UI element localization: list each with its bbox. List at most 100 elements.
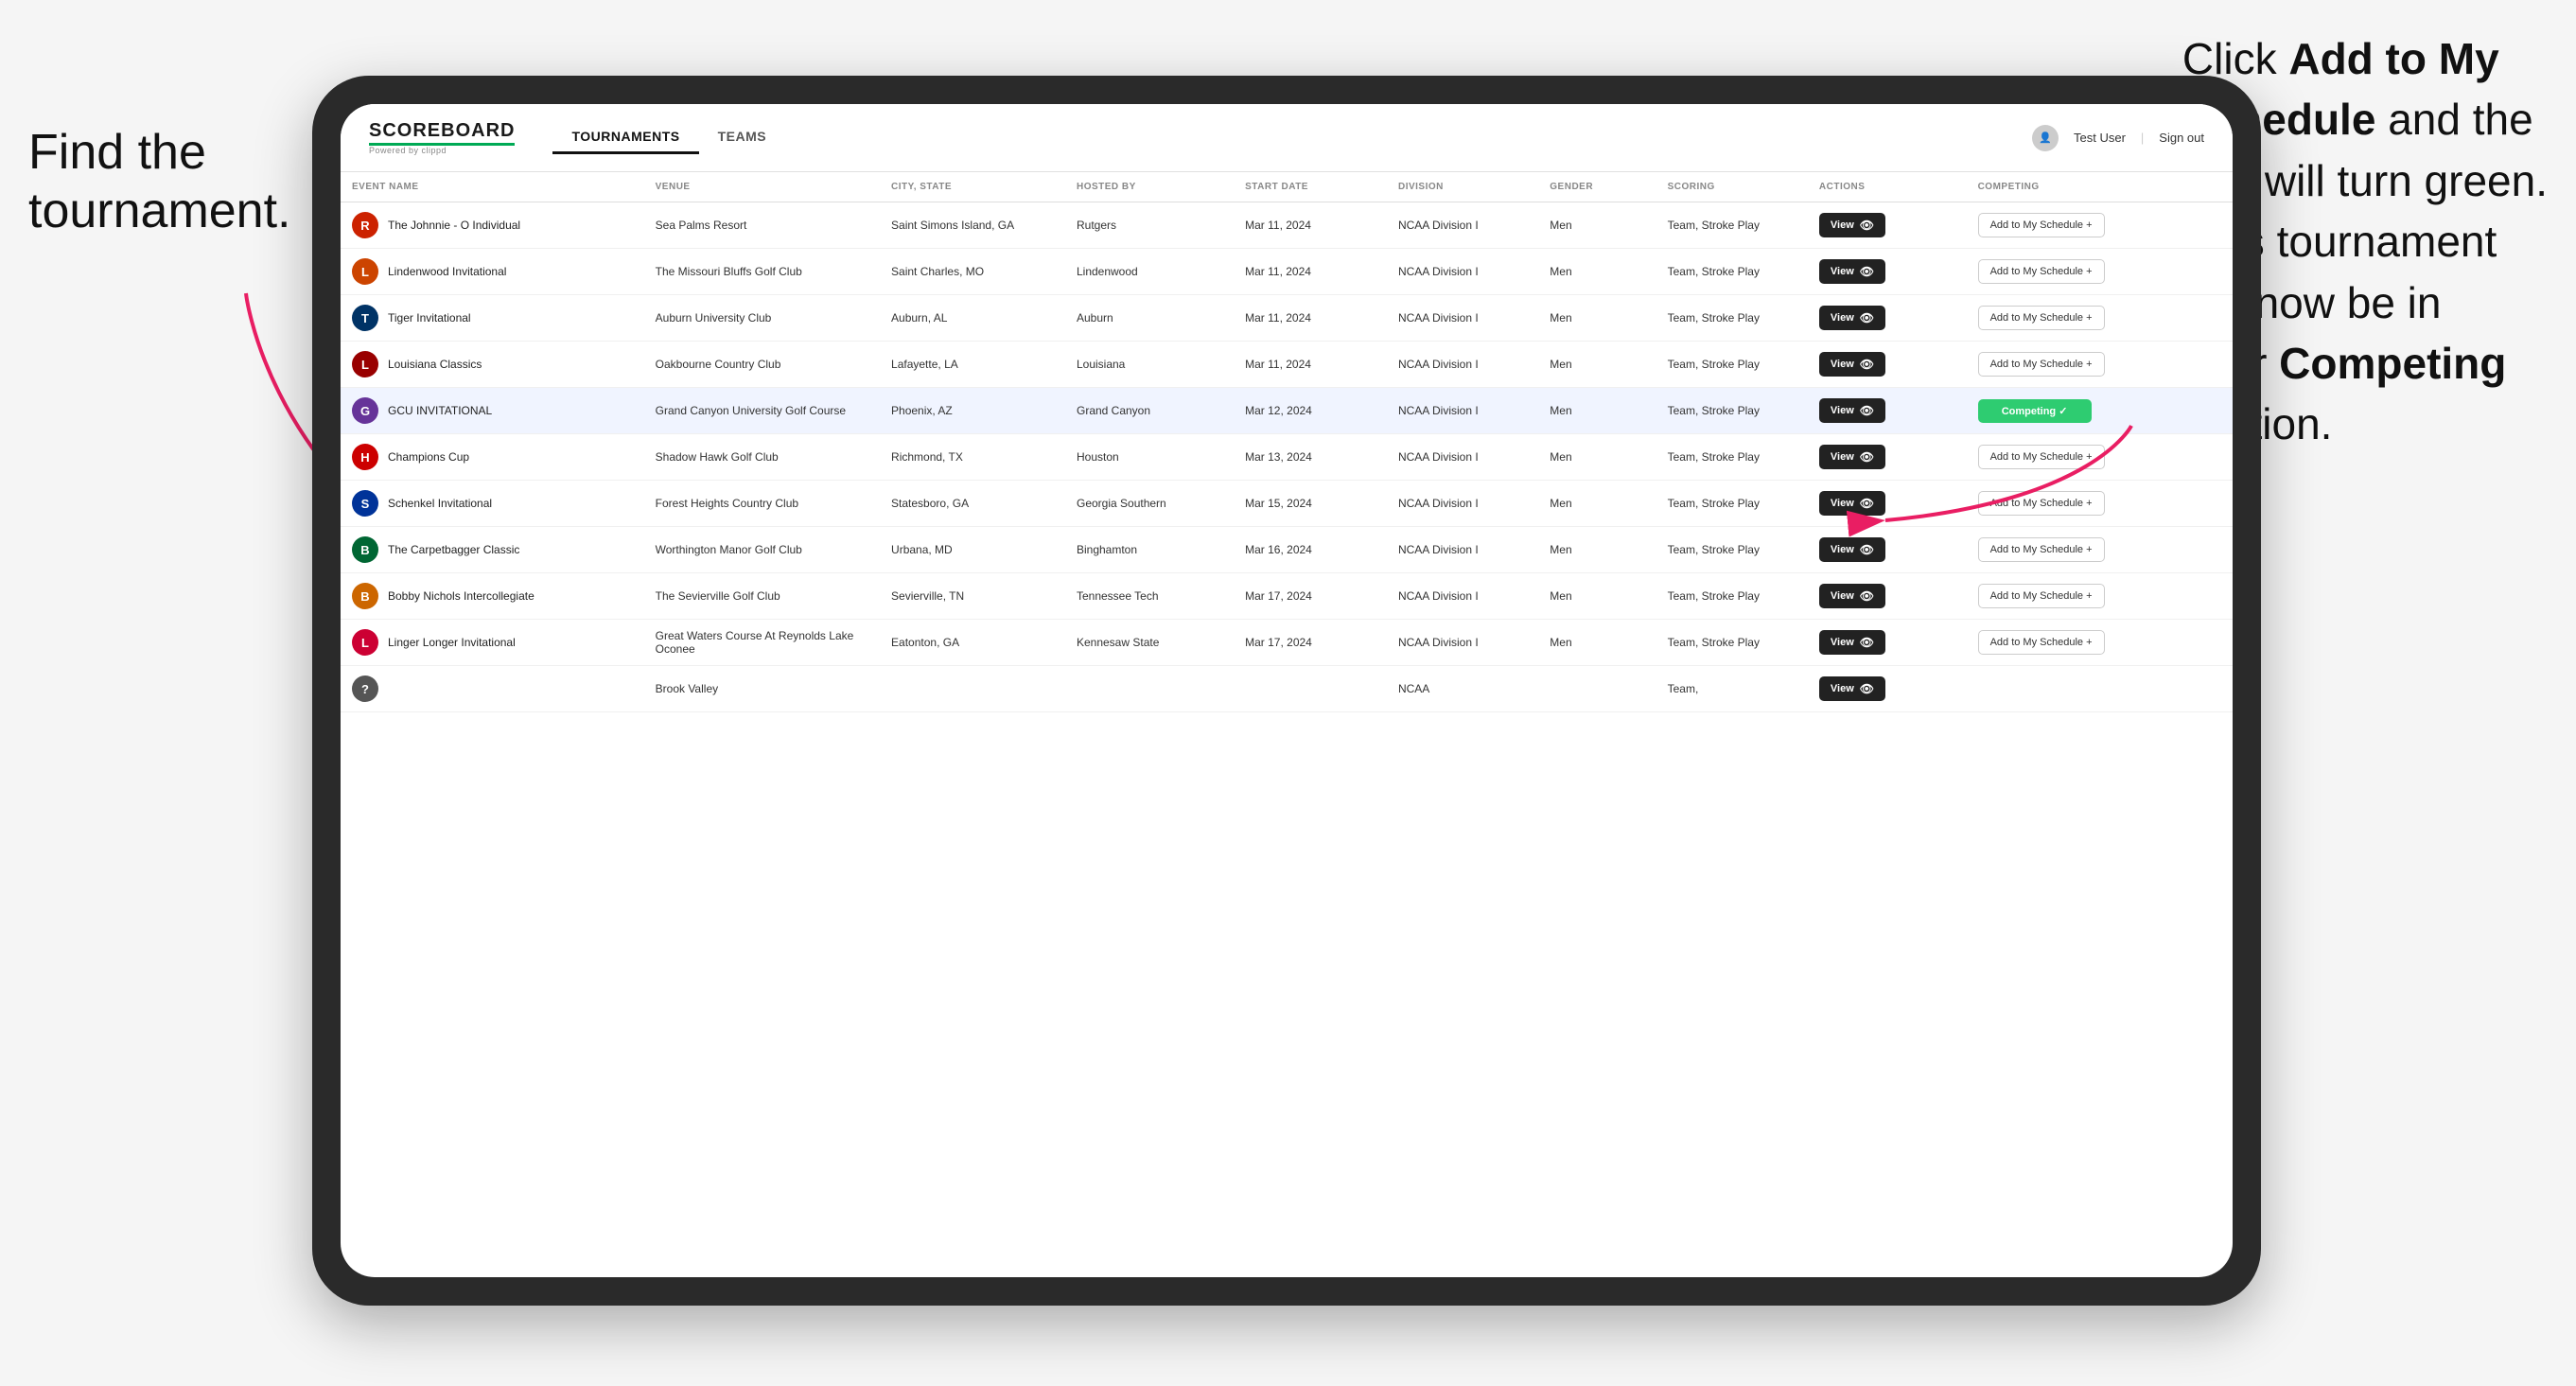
actions-cell: View 👁 <box>1808 249 1967 295</box>
event-name-text: Champions Cup <box>388 450 469 464</box>
venue-cell: Forest Heights Country Club <box>644 481 880 527</box>
competing-cell: Add to My Schedule + <box>1967 620 2233 666</box>
view-button[interactable]: View 👁 <box>1819 537 1885 562</box>
team-logo: L <box>352 629 378 656</box>
annotation-left: Find thetournament. <box>28 123 291 241</box>
actions-cell: View 👁 <box>1808 388 1967 434</box>
actions-cell: View 👁 <box>1808 295 1967 342</box>
eye-icon: 👁 <box>1860 311 1874 325</box>
gender-cell: Men <box>1538 342 1656 388</box>
table-row: R The Johnnie - O Individual Sea Palms R… <box>341 202 2233 249</box>
venue-cell: The Sevierville Golf Club <box>644 573 880 620</box>
competing-cell: Add to My Schedule + <box>1967 202 2233 249</box>
hosted-by-cell: Tennessee Tech <box>1065 573 1234 620</box>
competing-button[interactable]: Competing ✓ <box>1978 399 2092 423</box>
city-cell: Saint Simons Island, GA <box>880 202 1065 249</box>
view-button[interactable]: View 👁 <box>1819 213 1885 237</box>
add-to-schedule-button[interactable]: Add to My Schedule + <box>1978 584 2105 608</box>
view-button[interactable]: View 👁 <box>1819 491 1885 516</box>
add-to-schedule-button[interactable]: Add to My Schedule + <box>1978 630 2105 655</box>
scoring-cell: Team, Stroke Play <box>1656 388 1808 434</box>
scoring-cell: Team, Stroke Play <box>1656 295 1808 342</box>
division-cell: NCAA Division I <box>1387 573 1538 620</box>
eye-icon: 👁 <box>1860 636 1874 649</box>
city-cell: Auburn, AL <box>880 295 1065 342</box>
start-date-cell: Mar 12, 2024 <box>1234 388 1387 434</box>
venue-cell: Sea Palms Resort <box>644 202 880 249</box>
tournaments-table: EVENT NAME VENUE CITY, STATE HOSTED BY S… <box>341 172 2233 712</box>
start-date-cell: Mar 11, 2024 <box>1234 342 1387 388</box>
eye-icon: 👁 <box>1860 404 1874 417</box>
gender-cell: Men <box>1538 573 1656 620</box>
sign-out-link[interactable]: Sign out <box>2159 131 2204 145</box>
view-button[interactable]: View 👁 <box>1819 676 1885 701</box>
gender-cell: Men <box>1538 295 1656 342</box>
city-cell: Urbana, MD <box>880 527 1065 573</box>
view-button[interactable]: View 👁 <box>1819 259 1885 284</box>
start-date-cell <box>1234 666 1387 712</box>
view-button[interactable]: View 👁 <box>1819 584 1885 608</box>
tab-tournaments[interactable]: TOURNAMENTS <box>552 121 698 154</box>
hosted-by-cell: Lindenwood <box>1065 249 1234 295</box>
col-header-scoring: SCORING <box>1656 172 1808 202</box>
table-row: L Louisiana Classics Oakbourne Country C… <box>341 342 2233 388</box>
competing-cell: Add to My Schedule + <box>1967 434 2233 481</box>
add-to-schedule-button[interactable]: Add to My Schedule + <box>1978 445 2105 469</box>
city-cell: Statesboro, GA <box>880 481 1065 527</box>
gender-cell: Men <box>1538 388 1656 434</box>
event-name-cell: G GCU INVITATIONAL <box>341 388 644 434</box>
gender-cell: Men <box>1538 434 1656 481</box>
event-name-cell: B The Carpetbagger Classic <box>341 527 644 573</box>
team-logo: B <box>352 583 378 609</box>
venue-cell: Worthington Manor Golf Club <box>644 527 880 573</box>
table-row: G GCU INVITATIONAL Grand Canyon Universi… <box>341 388 2233 434</box>
add-to-schedule-button[interactable]: Add to My Schedule + <box>1978 537 2105 562</box>
logo-text: SCOREBOARD <box>369 120 515 142</box>
view-button[interactable]: View 👁 <box>1819 630 1885 655</box>
event-name-cell: L Louisiana Classics <box>341 342 644 388</box>
tab-teams[interactable]: TEAMS <box>699 121 786 154</box>
view-button[interactable]: View 👁 <box>1819 445 1885 469</box>
table-row: H Champions Cup Shadow Hawk Golf ClubRic… <box>341 434 2233 481</box>
add-to-schedule-button[interactable]: Add to My Schedule + <box>1978 213 2105 237</box>
table-row: B The Carpetbagger Classic Worthington M… <box>341 527 2233 573</box>
gender-cell: Men <box>1538 620 1656 666</box>
team-logo: L <box>352 258 378 285</box>
table-row: T Tiger Invitational Auburn University C… <box>341 295 2233 342</box>
view-button[interactable]: View 👁 <box>1819 306 1885 330</box>
division-cell: NCAA <box>1387 666 1538 712</box>
add-to-schedule-button[interactable]: Add to My Schedule + <box>1978 352 2105 377</box>
tablet-frame: SCOREBOARD Powered by clippd TOURNAMENTS… <box>312 76 2261 1306</box>
hosted-by-cell: Grand Canyon <box>1065 388 1234 434</box>
app-header: SCOREBOARD Powered by clippd TOURNAMENTS… <box>341 104 2233 172</box>
view-button[interactable]: View 👁 <box>1819 398 1885 423</box>
start-date-cell: Mar 16, 2024 <box>1234 527 1387 573</box>
add-to-schedule-button[interactable]: Add to My Schedule + <box>1978 259 2105 284</box>
eye-icon: 👁 <box>1860 682 1874 695</box>
start-date-cell: Mar 13, 2024 <box>1234 434 1387 481</box>
nav-tabs: TOURNAMENTS TEAMS <box>552 121 785 154</box>
table-row: ? Brook ValleyNCAATeam,View 👁 <box>341 666 2233 712</box>
competing-cell: Add to My Schedule + <box>1967 527 2233 573</box>
actions-cell: View 👁 <box>1808 573 1967 620</box>
col-header-division: DIVISION <box>1387 172 1538 202</box>
table-header-row: EVENT NAME VENUE CITY, STATE HOSTED BY S… <box>341 172 2233 202</box>
venue-cell: The Missouri Bluffs Golf Club <box>644 249 880 295</box>
eye-icon: 👁 <box>1860 589 1874 603</box>
add-to-schedule-button[interactable]: Add to My Schedule + <box>1978 491 2105 516</box>
tablet-screen: SCOREBOARD Powered by clippd TOURNAMENTS… <box>341 104 2233 1277</box>
division-cell: NCAA Division I <box>1387 202 1538 249</box>
add-to-schedule-button[interactable]: Add to My Schedule + <box>1978 306 2105 330</box>
view-button[interactable]: View 👁 <box>1819 352 1885 377</box>
team-logo: T <box>352 305 378 331</box>
event-name-text: Bobby Nichols Intercollegiate <box>388 589 534 603</box>
event-name-cell: H Champions Cup <box>341 434 644 481</box>
start-date-cell: Mar 11, 2024 <box>1234 249 1387 295</box>
team-logo: L <box>352 351 378 377</box>
gender-cell <box>1538 666 1656 712</box>
actions-cell: View 👁 <box>1808 434 1967 481</box>
table-row: L Lindenwood Invitational The Missouri B… <box>341 249 2233 295</box>
scoring-cell: Team, Stroke Play <box>1656 527 1808 573</box>
table-row: B Bobby Nichols Intercollegiate The Sevi… <box>341 573 2233 620</box>
start-date-cell: Mar 17, 2024 <box>1234 573 1387 620</box>
